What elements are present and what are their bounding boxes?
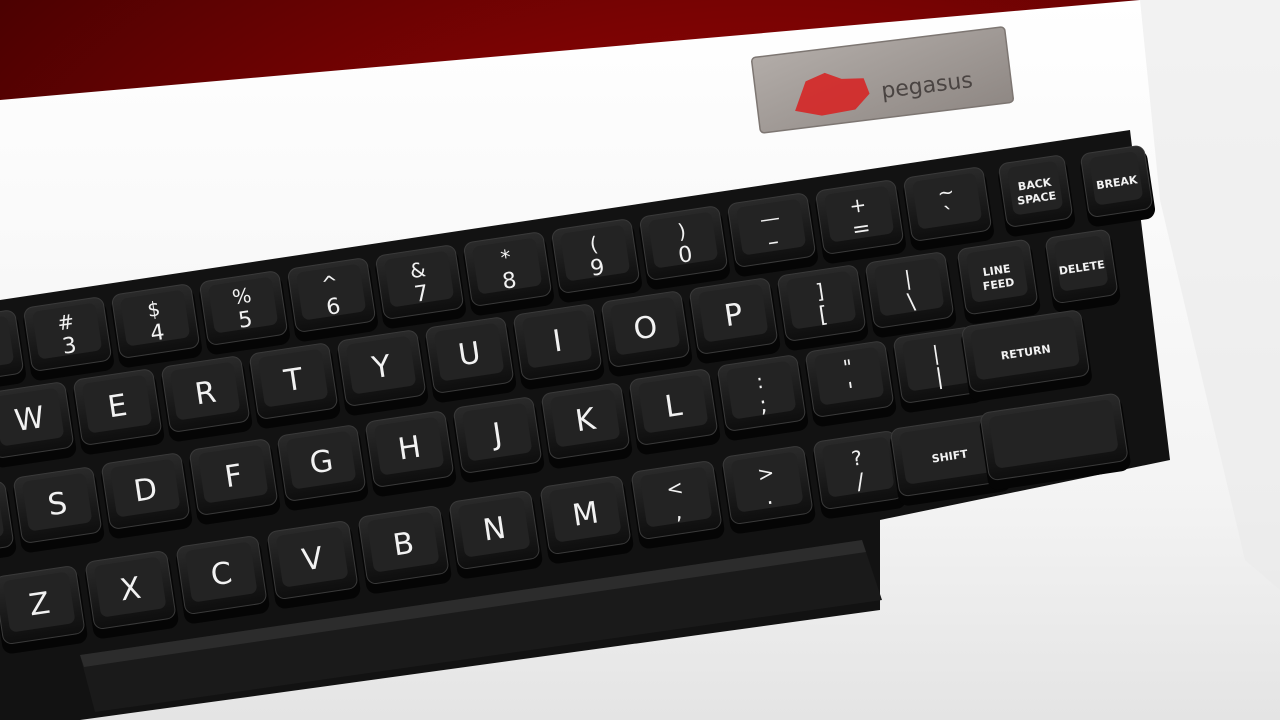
key-sym2-10[interactable]: "' bbox=[803, 340, 897, 428]
key-break[interactable]: BREAK bbox=[1078, 145, 1156, 228]
key-sym0-11[interactable]: ~` bbox=[901, 166, 995, 252]
key-o[interactable]: O bbox=[599, 290, 693, 378]
key-6[interactable]: ^6 bbox=[285, 257, 379, 343]
key-legend: W bbox=[12, 400, 47, 439]
key-sym0-9[interactable]: —– bbox=[725, 192, 819, 278]
key-legend-shift: — bbox=[758, 205, 781, 232]
key-i[interactable]: I bbox=[511, 303, 605, 391]
keyboard-photo: pegasus @2#3$4%5^6&7*8(9)0—–+=~`BACKSPAC… bbox=[0, 0, 1280, 720]
key-d[interactable]: D bbox=[99, 452, 193, 540]
key-t[interactable]: T bbox=[247, 342, 341, 430]
key-n[interactable]: N bbox=[447, 490, 544, 580]
key-f[interactable]: F bbox=[187, 438, 281, 526]
key-b[interactable]: B bbox=[356, 505, 453, 595]
key-l[interactable]: L bbox=[627, 368, 721, 456]
key-j[interactable]: J bbox=[451, 396, 545, 484]
key-g[interactable]: G bbox=[275, 424, 369, 512]
key-c[interactable]: C bbox=[174, 535, 271, 625]
key-legend: = bbox=[850, 216, 872, 243]
key-5[interactable]: %5 bbox=[197, 270, 291, 356]
key-v[interactable]: V bbox=[265, 520, 362, 610]
key-k[interactable]: K bbox=[539, 382, 633, 470]
key-4[interactable]: $4 bbox=[109, 283, 203, 369]
key-legend-shift: + bbox=[848, 192, 868, 218]
key-legend-shift: % bbox=[231, 283, 253, 310]
key-sym3-7[interactable]: <, bbox=[629, 460, 726, 550]
key-legend-shift: < bbox=[665, 475, 685, 501]
key-e[interactable]: E bbox=[71, 368, 165, 456]
key-r[interactable]: R bbox=[159, 355, 253, 443]
key-0[interactable]: )0 bbox=[637, 205, 731, 291]
key-feed[interactable]: LINEFEED bbox=[955, 239, 1041, 325]
key-sym2-9[interactable]: :; bbox=[715, 354, 809, 442]
key-7[interactable]: &7 bbox=[373, 244, 467, 330]
key-x[interactable]: X bbox=[83, 550, 180, 640]
key-sym3-8[interactable]: >. bbox=[720, 445, 817, 535]
key-space[interactable]: BACKSPACE bbox=[996, 154, 1076, 238]
key-y[interactable]: Y bbox=[335, 329, 429, 417]
key-m[interactable]: M bbox=[538, 475, 635, 565]
key-h[interactable]: H bbox=[363, 410, 457, 498]
key-sym1-9[interactable]: ][ bbox=[775, 264, 869, 352]
key-legend-shift: ^ bbox=[320, 270, 340, 296]
key-z[interactable]: Z bbox=[0, 565, 89, 655]
key-u[interactable]: U bbox=[423, 316, 517, 404]
key-p[interactable]: P bbox=[687, 277, 781, 365]
key-legend-shift: # bbox=[56, 309, 76, 335]
key-9[interactable]: (9 bbox=[549, 218, 643, 304]
key-sym0-10[interactable]: += bbox=[813, 179, 907, 265]
key-8[interactable]: *8 bbox=[461, 231, 555, 317]
key-delete[interactable]: DELETE bbox=[1043, 229, 1121, 314]
key-3[interactable]: #3 bbox=[21, 296, 115, 382]
key-legend: M bbox=[570, 495, 601, 533]
key-w[interactable]: W bbox=[0, 381, 77, 469]
key-sym1-10[interactable]: |\ bbox=[863, 251, 957, 339]
key-s[interactable]: S bbox=[11, 466, 105, 554]
key-legend-shift: ~ bbox=[936, 179, 956, 205]
key-legend-shift: > bbox=[756, 460, 776, 486]
